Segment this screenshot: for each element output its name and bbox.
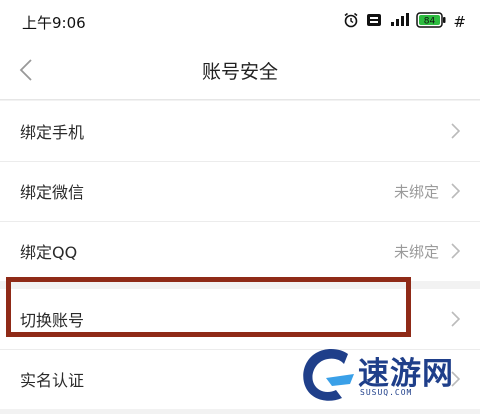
nav-bar: 账号安全 bbox=[0, 44, 480, 100]
chevron-right-icon bbox=[451, 243, 460, 259]
battery-icon: 84 bbox=[416, 12, 446, 32]
bind-qq-status: 未绑定 bbox=[393, 242, 439, 261]
switch-account-item[interactable]: 切换账号 bbox=[0, 289, 480, 349]
bind-wechat-item[interactable]: 绑定微信 未绑定 bbox=[0, 161, 480, 221]
back-button[interactable] bbox=[6, 52, 46, 92]
chevron-right-icon bbox=[451, 311, 460, 327]
chevron-right-icon bbox=[451, 371, 460, 387]
alarm-icon bbox=[343, 12, 359, 32]
chevron-right-icon bbox=[451, 183, 460, 199]
bind-phone-item[interactable]: 绑定手机 bbox=[0, 101, 480, 161]
signal-icon bbox=[389, 13, 410, 31]
bind-phone-label: 绑定手机 bbox=[20, 123, 85, 142]
bind-wechat-status: 未绑定 bbox=[393, 182, 439, 201]
binding-list: 绑定手机 绑定微信 未绑定 绑定QQ 未绑定 bbox=[0, 101, 480, 281]
hd-icon bbox=[366, 13, 382, 31]
page-title: 账号安全 bbox=[201, 61, 278, 83]
bind-qq-item[interactable]: 绑定QQ 未绑定 bbox=[0, 221, 480, 281]
status-bar: 上午9:06 84 # bbox=[0, 0, 480, 44]
chevron-right-icon bbox=[451, 123, 460, 139]
status-time: 上午9:06 bbox=[22, 13, 86, 32]
bind-qq-label: 绑定QQ bbox=[20, 243, 78, 262]
real-name-label: 实名认证 bbox=[20, 371, 85, 390]
switch-account-label: 切换账号 bbox=[20, 311, 85, 330]
real-name-item[interactable]: 实名认证 bbox=[0, 349, 480, 409]
chevron-left-icon bbox=[19, 58, 33, 86]
battery-level: 84 bbox=[424, 17, 436, 27]
bind-wechat-label: 绑定微信 bbox=[20, 183, 85, 202]
network-indicator: # bbox=[453, 13, 466, 31]
status-icons: 84 # bbox=[343, 12, 466, 32]
account-list: 切换账号 实名认证 bbox=[0, 289, 480, 409]
